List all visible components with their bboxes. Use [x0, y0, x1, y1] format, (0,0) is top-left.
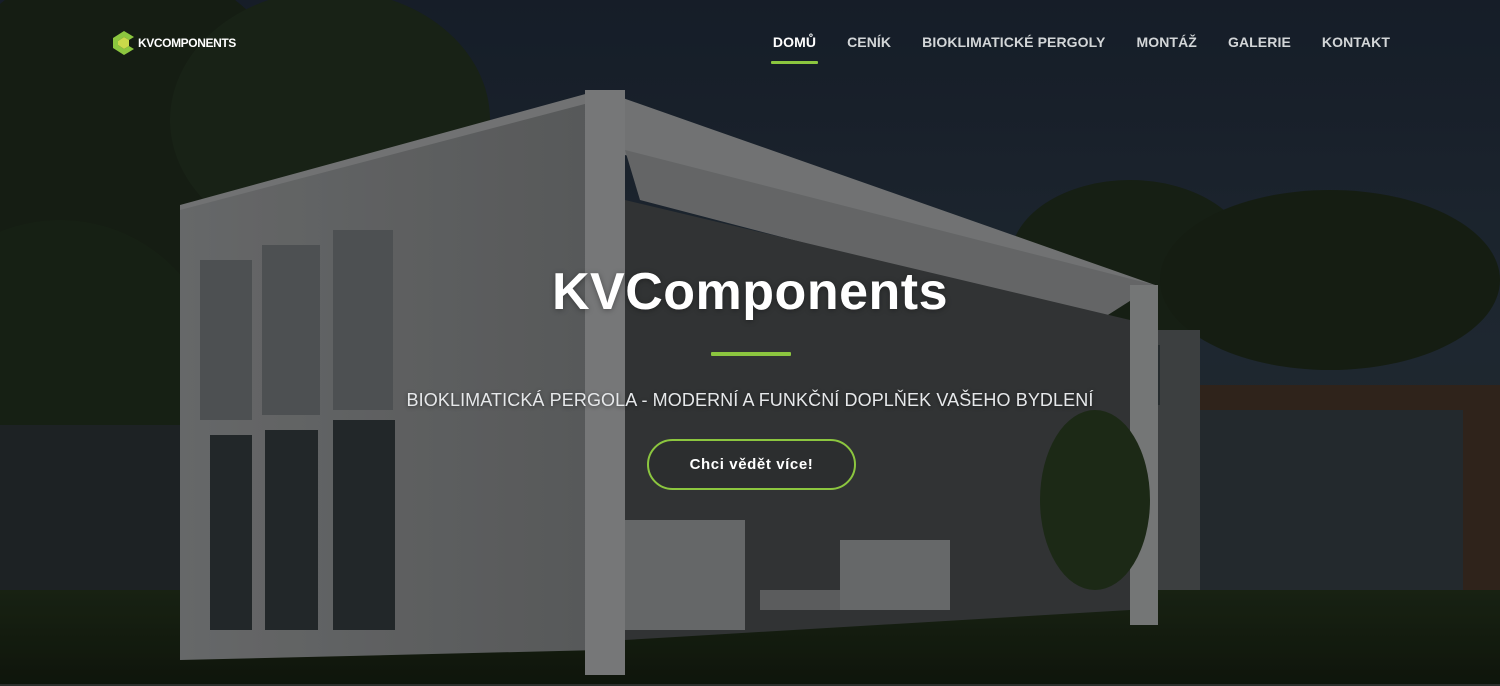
hero-section: KVCOMPONENTS DOMŮ CENÍK BIOKLIMATICKÉ PE…	[0, 0, 1500, 686]
brand-logo[interactable]: KVCOMPONENTS	[112, 30, 236, 56]
nav-item-cenik[interactable]: CENÍK	[847, 34, 891, 64]
nav-item-bioklimaticke-pergoly[interactable]: BIOKLIMATICKÉ PERGOLY	[922, 34, 1105, 64]
main-navigation: DOMŮ CENÍK BIOKLIMATICKÉ PERGOLY MONTÁŽ …	[742, 34, 1390, 64]
background-overlay	[0, 0, 1500, 686]
nav-item-montaz[interactable]: MONTÁŽ	[1136, 34, 1196, 64]
hero-title: KVComponents	[552, 263, 948, 321]
nav-item-kontakt[interactable]: KONTAKT	[1322, 34, 1390, 64]
logo-chevron-icon	[113, 31, 134, 55]
logo-text: KVCOMPONENTS	[138, 36, 236, 50]
nav-item-galerie[interactable]: GALERIE	[1228, 34, 1291, 64]
cta-button[interactable]: Chci vědět více!	[647, 439, 856, 490]
hero-subtitle: BIOKLIMATICKÁ PERGOLA - MODERNÍ A FUNKČN…	[406, 390, 1094, 410]
nav-item-domu[interactable]: DOMŮ	[770, 34, 819, 64]
title-divider	[711, 352, 791, 356]
